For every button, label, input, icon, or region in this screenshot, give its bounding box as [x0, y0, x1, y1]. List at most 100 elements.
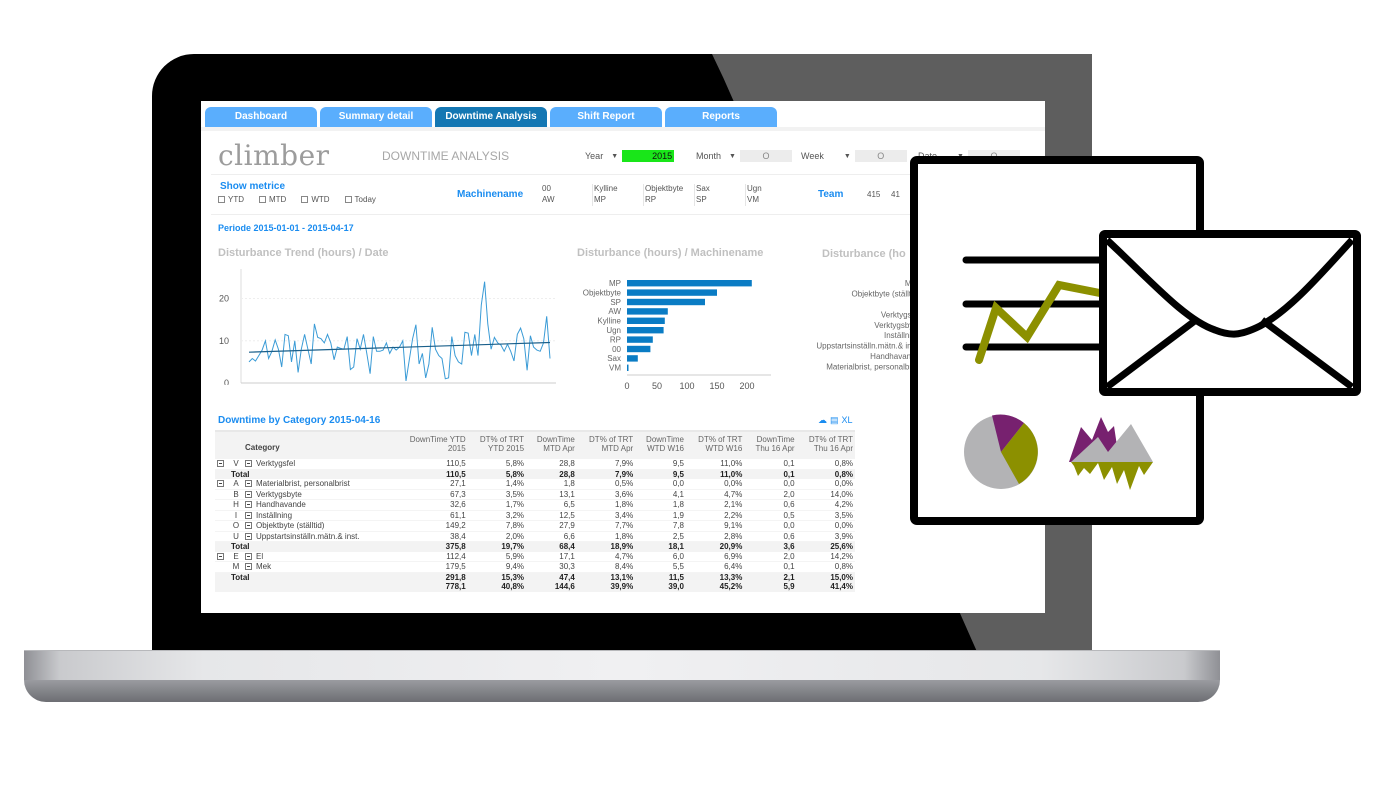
- collapse-group-icon[interactable]: [217, 480, 224, 487]
- value-cell: 9,5: [635, 459, 686, 470]
- value-cell: 0,8%: [796, 469, 855, 479]
- table-title: Downtime by Category 2015-04-16: [218, 415, 381, 426]
- team-value[interactable]: 415: [867, 190, 880, 199]
- category-name: Verktygsfel: [256, 459, 296, 468]
- checkbox-icon[interactable]: [218, 196, 225, 203]
- date-value[interactable]: O: [967, 150, 1020, 162]
- bar-rp: [627, 336, 653, 343]
- value-cell: 30,3: [526, 561, 577, 573]
- dropdown-arrow-icon[interactable]: ▼: [611, 153, 618, 160]
- column-header[interactable]: DT% of TRT YTD 2015: [467, 430, 527, 459]
- value-cell: 5,8%: [467, 459, 527, 470]
- table-row: H Handhavande 32,6 1,7% 6,5 1,8% 1,8 2,1% 0,6 4,2…: [215, 499, 855, 511]
- value-cell: 6,9%: [685, 551, 745, 562]
- machinename-option[interactable]: Objektbyte: [643, 184, 694, 195]
- bar-ugn: [627, 327, 664, 334]
- column-header-label: DownTime: [756, 435, 795, 444]
- column-header-label: DT% of TRT: [589, 435, 634, 444]
- machinename-option[interactable]: 00: [541, 184, 592, 195]
- value-cell: 5,9: [744, 582, 797, 592]
- value-cell: 7,7%: [576, 520, 636, 532]
- category-code: A: [233, 479, 239, 488]
- value-cell: 7,8%: [467, 520, 527, 532]
- metric-checkbox-wtd[interactable]: WTD: [301, 195, 330, 204]
- laptop-base-bottom: [24, 680, 1220, 702]
- year-filter[interactable]: Year ▼ 2015: [585, 150, 675, 162]
- category-label: Ugn: [606, 326, 621, 335]
- collapse-row-icon[interactable]: [245, 460, 252, 467]
- week-value[interactable]: O: [854, 150, 907, 162]
- y-tick-label: 0: [224, 378, 229, 385]
- tab-dashboard[interactable]: Dashboard: [205, 107, 317, 127]
- metric-checkbox-label: YTD: [228, 195, 244, 204]
- print-icon[interactable]: ▤: [830, 415, 839, 426]
- tab-reports[interactable]: Reports: [665, 107, 777, 127]
- machine-bar-chart: MPObjektbyteSPAWKyllineUgnRP00SaxVM0 50 10…: [583, 279, 771, 391]
- column-header-label: Thu 16 Apr: [813, 444, 853, 453]
- column-header[interactable]: DownTime WTD W16: [635, 430, 686, 459]
- tab-shift-report[interactable]: Shift Report: [550, 107, 662, 127]
- metric-checkbox-mtd[interactable]: MTD: [259, 195, 286, 204]
- dropdown-arrow-icon[interactable]: ▼: [844, 153, 851, 160]
- machinename-option[interactable]: VM: [745, 195, 796, 206]
- value-cell: 0,8%: [796, 459, 855, 470]
- table-row: E El 112,4 5,9% 17,1 4,7% 6,0 6,9% 2,0 14,2%: [215, 551, 855, 562]
- dropdown-arrow-icon[interactable]: ▼: [957, 153, 964, 160]
- value-cell: 67,3: [395, 489, 468, 500]
- x-tick-label: 0: [923, 381, 928, 391]
- machinename-option[interactable]: Sax: [694, 184, 745, 195]
- show-metrice-label: Show metrice: [220, 181, 286, 192]
- table-export-icons: ☁ ▤ XL: [818, 415, 853, 426]
- month-value[interactable]: O: [739, 150, 792, 162]
- column-header[interactable]: DownTime MTD Apr: [526, 430, 577, 459]
- column-header[interactable]: DownTime YTD 2015: [395, 430, 468, 459]
- metric-checkbox-today[interactable]: Today: [344, 195, 376, 204]
- week-filter[interactable]: Week ▼ O: [801, 150, 907, 162]
- checkbox-icon[interactable]: [301, 196, 309, 203]
- machinename-option[interactable]: SP: [694, 195, 745, 206]
- machinename-option[interactable]: AW: [541, 195, 592, 206]
- month-filter[interactable]: Month ▼ O: [696, 150, 792, 162]
- column-header[interactable]: DT% of TRT MTD Apr: [576, 430, 636, 459]
- collapse-row-icon[interactable]: [245, 563, 252, 570]
- column-header-label: DownTime YTD: [409, 435, 466, 444]
- dropdown-arrow-icon[interactable]: ▼: [729, 153, 736, 160]
- value-cell: 27,1: [395, 479, 468, 490]
- value-cell: 9,5: [635, 469, 686, 479]
- bar-mp: [627, 280, 752, 287]
- chat-icon[interactable]: ☁: [818, 415, 827, 426]
- date-filter[interactable]: Date ▼ O: [918, 150, 1020, 162]
- checkbox-icon[interactable]: [344, 196, 352, 203]
- team-value[interactable]: 41: [891, 190, 900, 199]
- column-header[interactable]: DownTime Thu 16 Apr: [744, 430, 797, 459]
- machinename-option[interactable]: Kylline: [592, 184, 643, 195]
- machinename-option[interactable]: RP: [643, 195, 694, 206]
- collapse-row-icon[interactable]: [245, 480, 252, 487]
- tab-summary-detail[interactable]: Summary detail: [320, 107, 432, 127]
- metric-checkbox-ytd[interactable]: YTD: [218, 195, 244, 204]
- collapse-row-icon[interactable]: [245, 511, 252, 519]
- value-cell: 3,9%: [796, 531, 855, 542]
- collapse-group-icon[interactable]: [217, 460, 224, 467]
- column-header-category[interactable]: Category: [215, 430, 395, 459]
- value-cell: 0,6: [744, 531, 797, 542]
- collapse-row-icon[interactable]: [245, 501, 252, 508]
- value-cell: 2,2%: [685, 510, 745, 521]
- collapse-row-icon[interactable]: [245, 532, 252, 540]
- collapse-row-icon[interactable]: [245, 552, 252, 560]
- value-cell: 19,7%: [467, 541, 527, 552]
- checkbox-icon[interactable]: [259, 196, 266, 203]
- collapse-group-icon[interactable]: [217, 552, 224, 560]
- column-header[interactable]: DT% of TRT WTD W16: [685, 430, 745, 459]
- collapse-row-icon[interactable]: [245, 522, 252, 529]
- machinename-option[interactable]: Ugn: [745, 184, 796, 195]
- collapse-row-icon[interactable]: [245, 490, 252, 498]
- machinename-option[interactable]: MP: [592, 195, 643, 206]
- excel-export-icon[interactable]: XL: [842, 415, 853, 426]
- year-value[interactable]: 2015: [622, 150, 675, 162]
- bar: [926, 342, 936, 351]
- value-cell: 11,0%: [685, 469, 745, 479]
- column-header[interactable]: DT% of TRT Thu 16 Apr: [796, 430, 855, 459]
- tab-downtime-analysis[interactable]: Downtime Analysis: [435, 107, 547, 127]
- column-header-label: YTD 2015: [488, 444, 525, 453]
